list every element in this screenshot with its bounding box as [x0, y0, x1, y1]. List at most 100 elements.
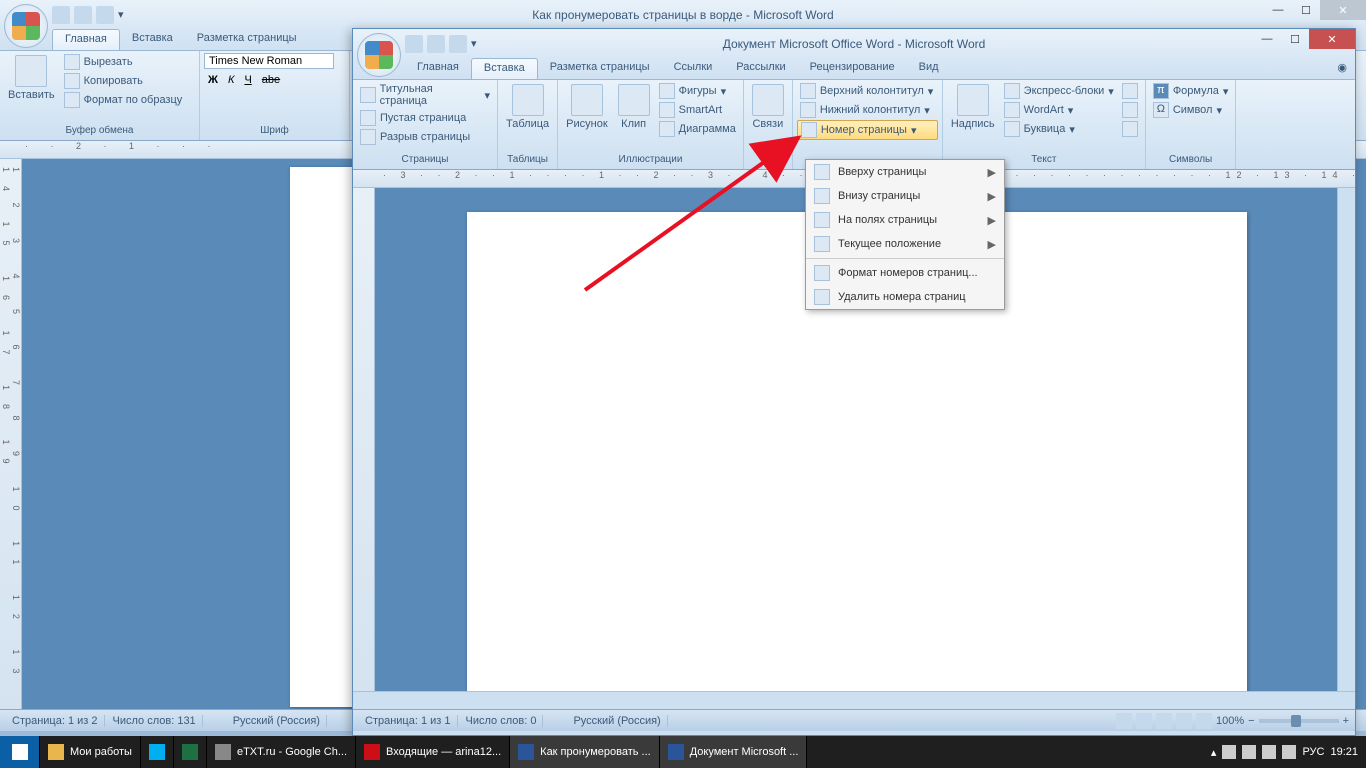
textbox-button[interactable]: Надпись: [947, 82, 999, 132]
win2-tab-refs[interactable]: Ссылки: [662, 58, 725, 79]
win2-qat-dropdown-icon[interactable]: ▾: [471, 37, 477, 50]
chart-button[interactable]: Диаграмма: [656, 120, 739, 138]
qat-dropdown-icon[interactable]: ▾: [118, 8, 124, 21]
tray-volume-icon[interactable]: [1282, 745, 1296, 759]
zoom-in-button[interactable]: +: [1343, 715, 1349, 727]
tray-expand-icon[interactable]: ▴: [1211, 746, 1217, 759]
win2-office-button[interactable]: [357, 33, 401, 77]
pagenum-margins-item[interactable]: На полях страницы▶: [806, 208, 1004, 232]
qat-redo-icon[interactable]: [96, 6, 114, 24]
page-break-button[interactable]: Разрыв страницы: [357, 128, 493, 146]
office-button[interactable]: [4, 4, 48, 48]
win2-qat-undo-icon[interactable]: [427, 35, 445, 53]
win2-tab-review[interactable]: Рецензирование: [798, 58, 907, 79]
win1-tab-home[interactable]: Главная: [52, 29, 120, 50]
win2-status-page[interactable]: Страница: 1 из 1: [359, 715, 458, 727]
datetime-button[interactable]: [1119, 101, 1141, 119]
view-print-layout-icon[interactable]: [1116, 713, 1132, 729]
help-icon[interactable]: ◉: [1329, 58, 1355, 79]
win1-tab-insert[interactable]: Вставка: [120, 29, 185, 50]
win1-status-page[interactable]: Страница: 1 из 2: [6, 715, 105, 727]
win2-tab-view[interactable]: Вид: [907, 58, 951, 79]
paste-button[interactable]: Вставить: [4, 53, 59, 103]
blank-page-button[interactable]: Пустая страница: [357, 109, 493, 127]
win2-vertical-ruler[interactable]: [353, 188, 375, 691]
pagenum-format-item[interactable]: Формат номеров страниц...: [806, 261, 1004, 285]
clip-button[interactable]: Клип: [614, 82, 654, 132]
zoom-level[interactable]: 100%: [1216, 715, 1244, 727]
win2-qat-save-icon[interactable]: [405, 35, 423, 53]
object-button[interactable]: [1119, 120, 1141, 138]
pagenum-top-item[interactable]: Вверху страницы▶: [806, 160, 1004, 184]
taskbar-item-skype[interactable]: [141, 736, 174, 768]
win1-minimize-button[interactable]: —: [1264, 0, 1292, 20]
wordart-button[interactable]: WordArt ▾: [1001, 101, 1117, 119]
quickparts-button[interactable]: Экспресс-блоки ▾: [1001, 82, 1117, 100]
taskbar-item-folder[interactable]: Мои работы: [40, 736, 141, 768]
view-draft-icon[interactable]: [1196, 713, 1212, 729]
win2-vertical-scrollbar[interactable]: [1337, 188, 1355, 691]
symbol-button[interactable]: ΩСимвол ▾: [1150, 101, 1232, 119]
equation-button[interactable]: πФормула ▾: [1150, 82, 1232, 100]
win2-tab-mailings[interactable]: Рассылки: [724, 58, 797, 79]
links-button[interactable]: Связи: [748, 82, 788, 132]
cover-page-button[interactable]: Титульная страница ▾: [357, 82, 493, 108]
pagenum-remove-item[interactable]: Удалить номера страниц: [806, 285, 1004, 309]
view-web-icon[interactable]: [1156, 713, 1172, 729]
win1-tab-layout[interactable]: Разметка страницы: [185, 29, 309, 50]
win2-qat-redo-icon[interactable]: [449, 35, 467, 53]
tray-app-icon[interactable]: [1222, 745, 1236, 759]
win1-status-lang[interactable]: Русский (Россия): [227, 715, 327, 727]
win2-horizontal-scrollbar[interactable]: [353, 691, 1355, 709]
font-name-select[interactable]: [204, 53, 334, 69]
pagenum-current-item[interactable]: Текущее положение▶: [806, 232, 1004, 256]
view-outline-icon[interactable]: [1176, 713, 1192, 729]
win2-minimize-button[interactable]: —: [1253, 29, 1281, 49]
taskbar-item-chrome[interactable]: eTXT.ru - Google Ch...: [207, 736, 356, 768]
bold-button[interactable]: Ж: [204, 73, 222, 87]
copy-button[interactable]: Копировать: [61, 72, 186, 90]
win1-vertical-ruler[interactable]: 1 2 3 4 5 6 7 8 9 10 11 12 13 14 15 16 1…: [0, 159, 22, 709]
signature-button[interactable]: [1119, 82, 1141, 100]
win1-close-button[interactable]: ✕: [1320, 0, 1366, 20]
win1-status-words[interactable]: Число слов: 131: [107, 715, 203, 727]
taskbar-item-excel[interactable]: [174, 736, 207, 768]
italic-button[interactable]: К: [224, 73, 238, 87]
shapes-button[interactable]: Фигуры ▾: [656, 82, 739, 100]
win1-maximize-button[interactable]: ☐: [1292, 0, 1320, 20]
win2-tab-home[interactable]: Главная: [405, 58, 471, 79]
taskbar-item-word2[interactable]: Документ Microsoft ...: [660, 736, 808, 768]
qat-undo-icon[interactable]: [74, 6, 92, 24]
tray-network-icon[interactable]: [1262, 745, 1276, 759]
start-button[interactable]: [0, 736, 40, 768]
smartart-button[interactable]: SmartArt: [656, 101, 739, 119]
header-button[interactable]: Верхний колонтитул ▾: [797, 82, 938, 100]
dropcap-button[interactable]: Буквица ▾: [1001, 120, 1117, 138]
table-button[interactable]: Таблица: [502, 82, 553, 132]
paste-icon: [15, 55, 47, 87]
view-reading-icon[interactable]: [1136, 713, 1152, 729]
format-painter-button[interactable]: Формат по образцу: [61, 91, 186, 109]
page-number-button[interactable]: Номер страницы ▾: [797, 120, 938, 140]
footer-button[interactable]: Нижний колонтитул ▾: [797, 101, 938, 119]
underline-button[interactable]: Ч: [240, 73, 255, 87]
win2-status-words[interactable]: Число слов: 0: [460, 715, 544, 727]
tray-time[interactable]: 19:21: [1330, 746, 1358, 758]
pagenum-bottom-item[interactable]: Внизу страницы▶: [806, 184, 1004, 208]
tray-lang[interactable]: РУС: [1302, 746, 1324, 758]
win2-close-button[interactable]: ✕: [1309, 29, 1355, 49]
tray-flag-icon[interactable]: [1242, 745, 1256, 759]
strikethrough-button[interactable]: abe: [258, 73, 284, 87]
win2-status-lang[interactable]: Русский (Россия): [567, 715, 667, 727]
cut-button[interactable]: Вырезать: [61, 53, 186, 71]
zoom-slider[interactable]: [1259, 719, 1339, 723]
taskbar-item-word1[interactable]: Как пронумеровать ...: [510, 736, 660, 768]
pagenum-bottom-icon: [814, 188, 830, 204]
zoom-out-button[interactable]: −: [1248, 715, 1254, 727]
taskbar-item-opera[interactable]: Входящие — arina12...: [356, 736, 510, 768]
picture-button[interactable]: Рисунок: [562, 82, 612, 132]
win2-tab-insert[interactable]: Вставка: [471, 58, 538, 79]
win2-tab-layout[interactable]: Разметка страницы: [538, 58, 662, 79]
qat-save-icon[interactable]: [52, 6, 70, 24]
win2-maximize-button[interactable]: ☐: [1281, 29, 1309, 49]
